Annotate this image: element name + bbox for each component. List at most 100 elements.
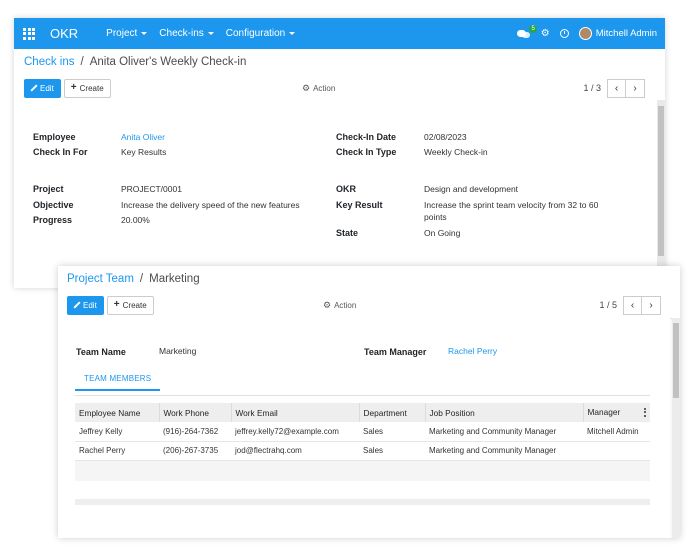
column-options-icon[interactable]: [644, 408, 646, 418]
objective-label: Objective: [33, 200, 74, 210]
team-form-scrollbar[interactable]: [672, 318, 680, 538]
plus-icon: +: [113, 299, 120, 310]
navbar-systray: 5 ⚙ Mitchell Admin: [516, 18, 657, 49]
team-name-value: Marketing: [159, 346, 197, 356]
top-navbar: OKR Project Check-ins Configuration 5 ⚙ …: [14, 18, 665, 49]
caret-down-icon: [207, 32, 214, 35]
activity-clock-icon[interactable]: [559, 29, 569, 38]
team-pager-previous-button[interactable]: ‹: [623, 295, 642, 315]
create-button-label: Create: [79, 83, 104, 93]
team-members-table: Employee Name Work Phone Work Email Depa…: [75, 403, 650, 461]
employee-label: Employee: [33, 132, 76, 142]
team-manager-label: Team Manager: [364, 347, 427, 357]
cell-job-position: Marketing and Community Manager: [425, 441, 583, 461]
team-action-menu[interactable]: ⚙ Action: [323, 300, 356, 311]
team-edit-button-label: Edit: [83, 300, 97, 310]
project-value: PROJECT/0001: [121, 184, 182, 194]
team-control-panel-buttons: Edit + Create ⚙ Action 1 / 5 ‹ ›: [67, 292, 671, 318]
pager-previous-button[interactable]: ‹: [607, 78, 626, 98]
cell-manager: [583, 441, 650, 461]
check-in-date-value: 02/08/2023: [424, 132, 467, 142]
objective-value: Increase the delivery speed of the new f…: [121, 200, 300, 210]
progress-label: Progress: [33, 215, 73, 225]
gear-icon: ⚙: [302, 82, 311, 93]
settings-gears-icon[interactable]: ⚙: [541, 28, 550, 39]
team-name-label: Team Name: [76, 347, 126, 357]
team-action-menu-label: Action: [334, 300, 357, 310]
tab-team-members[interactable]: TEAM MEMBERS: [75, 374, 161, 391]
pager: 1 / 3 ‹ ›: [583, 78, 645, 98]
scrollbar-thumb[interactable]: [673, 323, 679, 398]
nav-menu-check-ins[interactable]: Check-ins: [159, 28, 214, 39]
messaging-icon[interactable]: 5: [516, 24, 537, 39]
team-pager-next-button[interactable]: ›: [642, 295, 661, 315]
cell-department: Sales: [359, 441, 425, 461]
cell-work-phone: (916)-264-7362: [159, 422, 231, 442]
form-scrollbar[interactable]: [657, 100, 665, 288]
create-button[interactable]: + Create: [63, 78, 111, 98]
nav-menu-project[interactable]: Project: [106, 28, 148, 39]
project-label: Project: [33, 184, 64, 194]
cell-work-email: jeffrey.kelly72@example.com: [231, 422, 359, 442]
edit-button[interactable]: Edit: [24, 78, 61, 98]
team-breadcrumb: Project Team / Marketing: [67, 266, 671, 292]
table-footer: [75, 499, 650, 505]
table-empty-row: [75, 461, 650, 481]
progress-value: 20.00%: [121, 215, 150, 225]
pager-next-button[interactable]: ›: [626, 78, 645, 98]
column-header-manager[interactable]: Manager: [583, 403, 650, 422]
team-control-panel: Project Team / Marketing Edit + Create ⚙ A…: [58, 266, 680, 318]
nav-menu: Project Check-ins Configuration: [106, 28, 296, 39]
breadcrumb-current: Marketing: [149, 273, 200, 285]
edit-button-label: Edit: [40, 83, 54, 93]
chevron-left-icon: ‹: [614, 82, 619, 94]
scrollbar-thumb[interactable]: [658, 106, 664, 256]
pencil-icon: [31, 85, 37, 91]
column-header-work-email[interactable]: Work Email: [231, 403, 360, 422]
team-edit-button[interactable]: Edit: [67, 295, 104, 315]
table-row[interactable]: Jeffrey Kelly (916)-264-7362 jeffrey.kel…: [75, 422, 650, 442]
key-result-value-line2: points: [424, 212, 447, 222]
team-pager: 1 / 5 ‹ ›: [599, 295, 661, 315]
plus-icon: +: [70, 82, 77, 93]
team-create-button-label: Create: [122, 300, 147, 310]
key-result-label: Key Result: [336, 200, 383, 210]
column-header-job-position[interactable]: Job Position: [425, 403, 584, 422]
app-brand: OKR: [50, 26, 79, 41]
team-pager-value: 1 / 5: [599, 300, 617, 310]
caret-down-icon: [289, 32, 296, 35]
column-header-work-phone[interactable]: Work Phone: [159, 403, 232, 422]
state-value: On Going: [424, 228, 461, 238]
breadcrumb-current: Anita Oliver's Weekly Check-in: [89, 56, 247, 68]
control-panel: Check ins / Anita Oliver's Weekly Check-…: [14, 49, 665, 101]
column-header-manager-label: Manager: [587, 407, 621, 418]
tab-underline: [75, 395, 650, 396]
apps-grid-icon: [23, 27, 35, 40]
cell-manager: Mitchell Admin: [583, 422, 650, 442]
state-label: State: [336, 228, 359, 238]
breadcrumb-checkins-link[interactable]: Check ins: [24, 56, 75, 68]
nav-menu-check-ins-label: Check-ins: [159, 28, 204, 39]
employee-value-link[interactable]: Anita Oliver: [121, 132, 165, 142]
team-create-button[interactable]: + Create: [106, 295, 154, 315]
check-in-for-label: Check In For: [33, 147, 88, 157]
cell-employee-name: Jeffrey Kelly: [75, 422, 159, 442]
checkin-window: OKR Project Check-ins Configuration 5 ⚙ …: [14, 18, 665, 288]
okr-label: OKR: [336, 184, 356, 194]
cell-employee-name: Rachel Perry: [75, 441, 159, 461]
action-menu[interactable]: ⚙ Action: [302, 83, 335, 94]
nav-menu-configuration-label: Configuration: [225, 28, 286, 39]
control-panel-buttons: Edit + Create ⚙ Action 1 / 3 ‹ ›: [24, 75, 655, 101]
check-in-type-value: Weekly Check-in: [424, 147, 488, 157]
user-menu[interactable]: Mitchell Admin: [578, 27, 657, 40]
column-header-department[interactable]: Department: [359, 403, 426, 422]
chevron-right-icon: ›: [649, 299, 653, 311]
check-in-for-value: Key Results: [121, 147, 167, 157]
apps-menu-button[interactable]: [16, 18, 42, 49]
column-header-employee-name[interactable]: Employee Name: [75, 403, 160, 422]
team-manager-link[interactable]: Rachel Perry: [448, 346, 497, 356]
breadcrumb-project-team-link[interactable]: Project Team: [67, 273, 134, 285]
nav-menu-configuration[interactable]: Configuration: [225, 28, 296, 39]
nav-menu-project-label: Project: [106, 28, 138, 39]
table-row[interactable]: Rachel Perry (206)-267-3735 jod@flectrah…: [75, 441, 650, 461]
